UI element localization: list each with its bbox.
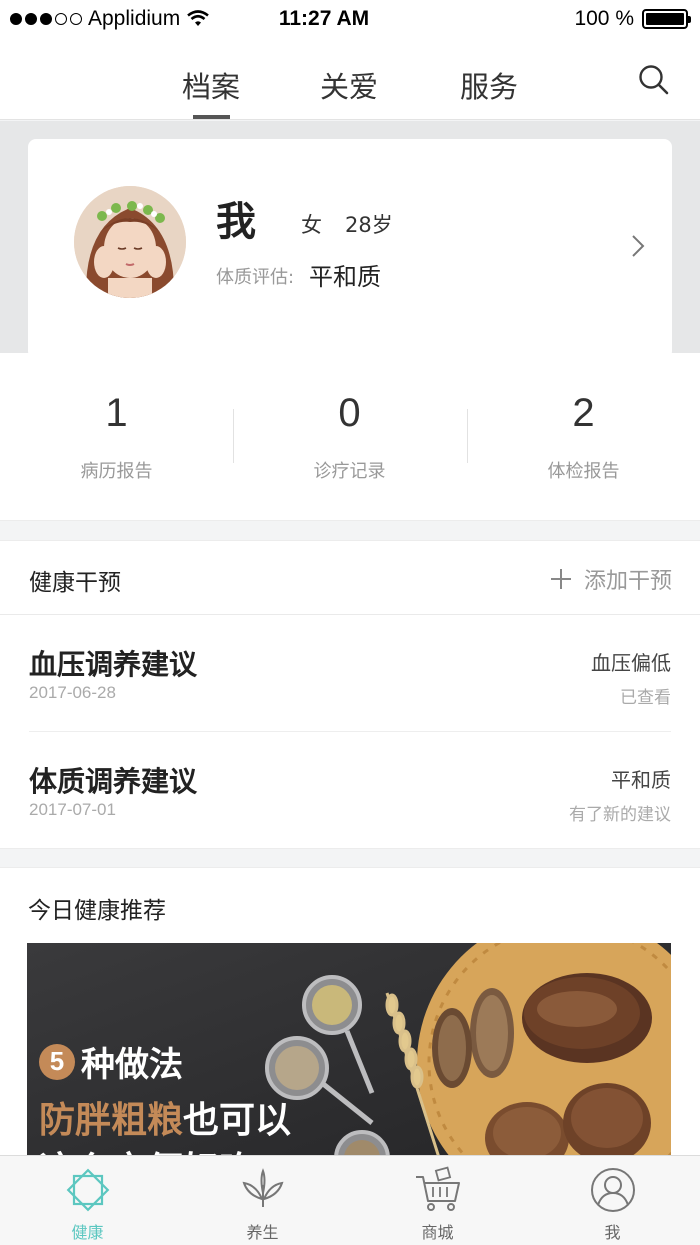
tabbar-label: 商城 [421,1223,454,1242]
tabbar-item-health[interactable]: 健康 [0,1156,175,1245]
banner-number: 5 [39,1043,75,1080]
leaf-icon [242,1168,284,1207]
tabbar-item-wellness[interactable]: 养生 [175,1156,350,1245]
item-note: 有了新的建议 [569,805,671,825]
tabbar-item-mall[interactable]: 商城 [350,1156,525,1245]
status-bar: Applidium 11:27 AM 100 % [0,0,700,40]
constitution-label: 体质评估: [216,267,295,288]
active-tab-indicator [193,115,230,119]
item-date: 2017-07-01 [29,800,116,819]
plus-icon [550,568,572,590]
profile-age: 28岁 [345,213,393,237]
bottom-tab-bar: 健康 养生 商城 我 [0,1155,700,1245]
stat-count: 2 [572,391,595,435]
banner-line1: 种做法 [81,1045,183,1085]
battery-icon [642,9,691,29]
profile-icon [591,1168,635,1212]
recommendation-banner[interactable]: 5 种做法 防胖粗粮也可以 这么方便好吃! [27,943,671,1157]
stat-count: 1 [105,391,128,435]
stats-panel: 1 病历报告 0 诊疗记录 2 体检报告 [0,353,700,521]
profile-name: 我 [216,199,256,245]
stat-label: 体检报告 [547,461,620,482]
tabbar-label: 健康 [71,1223,104,1242]
list-item[interactable]: 血压调养建议 2017-06-28 血压偏低 已查看 [0,615,700,732]
item-title: 血压调养建议 [29,648,198,681]
profile-gender: 女 [301,213,322,237]
chevron-right-icon[interactable] [630,233,646,259]
section-header: 健康干预 添加干预 [0,541,700,615]
item-note: 已查看 [620,688,671,708]
stat-checkup-reports[interactable]: 2 体检报告 [467,353,700,521]
item-status: 平和质 [611,768,671,792]
clock: 11:27 AM [278,7,370,30]
constitution-value: 平和质 [309,263,381,291]
stat-count: 0 [338,391,361,435]
item-title: 体质调养建议 [29,765,198,798]
item-date: 2017-06-28 [29,683,116,702]
tab-care[interactable]: 关爱 [320,64,378,106]
section-title: 今日健康推荐 [28,898,166,924]
list-item[interactable]: 体质调养建议 2017-07-01 平和质 有了新的建议 [0,732,700,849]
tabbar-item-me[interactable]: 我 [525,1156,700,1245]
banner-line2-accent: 防胖粗粮 [39,1100,184,1141]
banner-headline: 5 种做法 [39,1037,183,1086]
add-intervention-button[interactable]: 添加干预 [550,563,672,595]
tabbar-label: 我 [604,1223,621,1242]
banner-line2: 防胖粗粮也可以 [39,1091,291,1143]
tab-archive[interactable]: 档案 [182,64,240,106]
stat-label: 病历报告 [80,461,153,482]
banner-line2-rest: 也可以 [183,1100,292,1141]
stat-treatment-records[interactable]: 0 诊疗记录 [233,353,466,521]
item-status: 血压偏低 [591,651,671,675]
top-nav: 档案 关爱 服务 [0,40,700,120]
avatar [74,186,186,298]
health-intervention-section: 健康干预 添加干预 血压调养建议 2017-06-28 血压偏低 已查看 体质调… [0,540,700,849]
cart-icon [416,1166,460,1211]
health-icon [66,1168,110,1212]
tabbar-label: 养生 [246,1223,279,1242]
tab-service[interactable]: 服务 [460,64,518,106]
profile-card[interactable]: 我 女 28岁 体质评估: 平和质 [28,139,672,359]
stat-label: 诊疗记录 [313,461,386,482]
recommendation-section: 今日健康推荐 5 种做法 防胖粗粮也可以 [0,867,700,1157]
stat-medical-records[interactable]: 1 病历报告 [0,353,233,521]
section-title: 健康干预 [29,570,121,596]
search-icon[interactable] [638,64,670,96]
battery-percent: 100 % [574,7,634,30]
add-intervention-label: 添加干预 [583,569,672,594]
